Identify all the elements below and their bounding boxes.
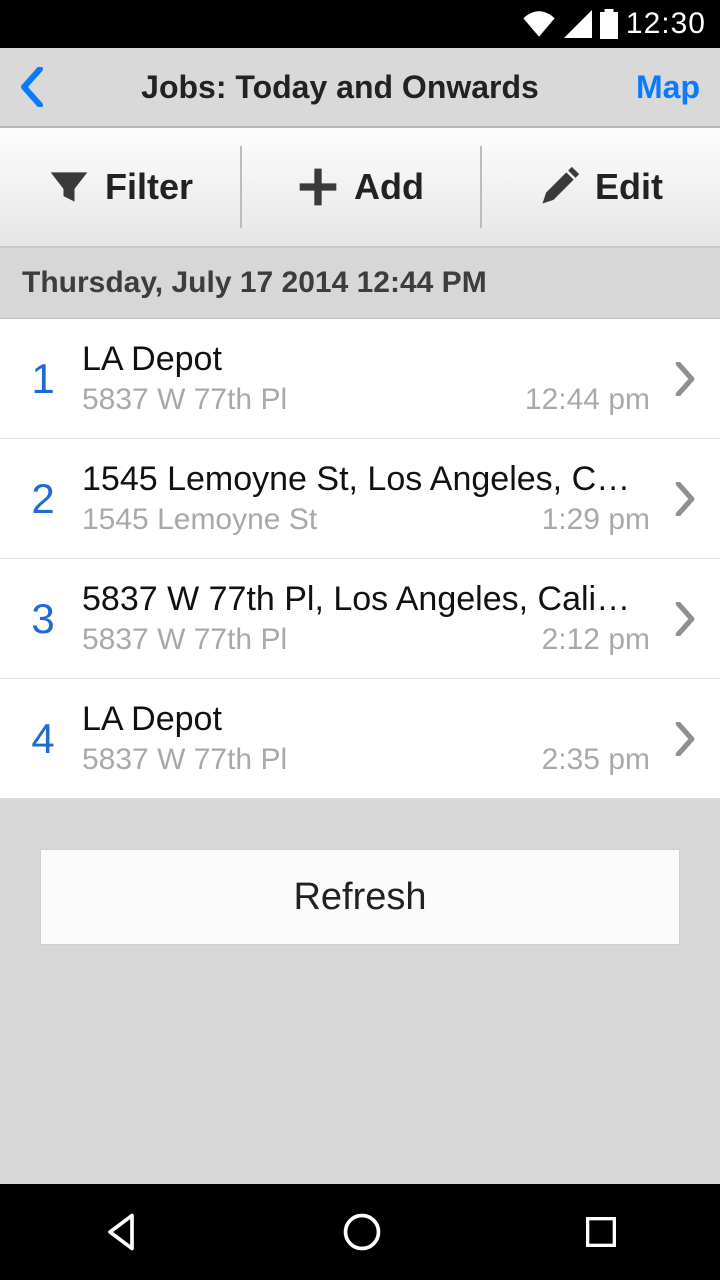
row-number: 3 [22, 595, 64, 643]
row-address: 5837 W 77th Pl [82, 383, 287, 417]
filter-label: Filter [105, 166, 193, 208]
nav-back-icon[interactable] [99, 1210, 143, 1254]
list-item[interactable]: 3 5837 W 77th Pl, Los Angeles, Cali… 583… [0, 559, 720, 679]
list-item[interactable]: 4 LA Depot 5837 W 77th Pl 2:35 pm [0, 679, 720, 799]
add-label: Add [354, 166, 424, 208]
nav-recent-icon[interactable] [581, 1212, 621, 1252]
row-address: 5837 W 77th Pl [82, 623, 287, 657]
back-button[interactable] [20, 67, 60, 107]
jobs-list: 1 LA Depot 5837 W 77th Pl 12:44 pm 2 154… [0, 319, 720, 799]
row-time: 2:12 pm [542, 623, 650, 657]
status-time: 12:30 [626, 7, 706, 41]
row-title: 1545 Lemoyne St, Los Angeles, C… [82, 460, 650, 499]
page-title: Jobs: Today and Onwards [60, 69, 620, 106]
plus-icon [296, 165, 340, 209]
list-item[interactable]: 1 LA Depot 5837 W 77th Pl 12:44 pm [0, 319, 720, 439]
list-item[interactable]: 2 1545 Lemoyne St, Los Angeles, C… 1545 … [0, 439, 720, 559]
nav-home-icon[interactable] [340, 1210, 384, 1254]
filter-button[interactable]: Filter [0, 128, 240, 246]
android-nav-bar [0, 1184, 720, 1280]
battery-icon [600, 9, 618, 39]
chevron-right-icon [674, 482, 696, 516]
row-number: 1 [22, 355, 64, 403]
refresh-button[interactable]: Refresh [40, 849, 680, 945]
chevron-right-icon [674, 722, 696, 756]
chevron-right-icon [674, 362, 696, 396]
filter-icon [47, 165, 91, 209]
row-title: LA Depot [82, 340, 650, 379]
row-number: 4 [22, 715, 64, 763]
edit-button[interactable]: Edit [480, 128, 720, 246]
add-button[interactable]: Add [240, 128, 480, 246]
row-time: 12:44 pm [525, 383, 650, 417]
row-number: 2 [22, 475, 64, 523]
edit-label: Edit [595, 166, 663, 208]
cellular-icon [564, 10, 592, 38]
toolbar: Filter Add Edit [0, 128, 720, 248]
status-bar: 12:30 [0, 0, 720, 48]
chevron-left-icon [20, 67, 44, 107]
section-header: Thursday, July 17 2014 12:44 PM [0, 248, 720, 319]
wifi-icon [522, 10, 556, 38]
map-button[interactable]: Map [620, 69, 700, 106]
chevron-right-icon [674, 602, 696, 636]
pencil-icon [537, 165, 581, 209]
row-address: 1545 Lemoyne St [82, 503, 317, 537]
row-address: 5837 W 77th Pl [82, 743, 287, 777]
row-title: LA Depot [82, 700, 650, 739]
nav-header: Jobs: Today and Onwards Map [0, 48, 720, 128]
row-title: 5837 W 77th Pl, Los Angeles, Cali… [82, 580, 650, 619]
row-time: 2:35 pm [542, 743, 650, 777]
row-time: 1:29 pm [542, 503, 650, 537]
below-list-area: Refresh [0, 799, 720, 1184]
